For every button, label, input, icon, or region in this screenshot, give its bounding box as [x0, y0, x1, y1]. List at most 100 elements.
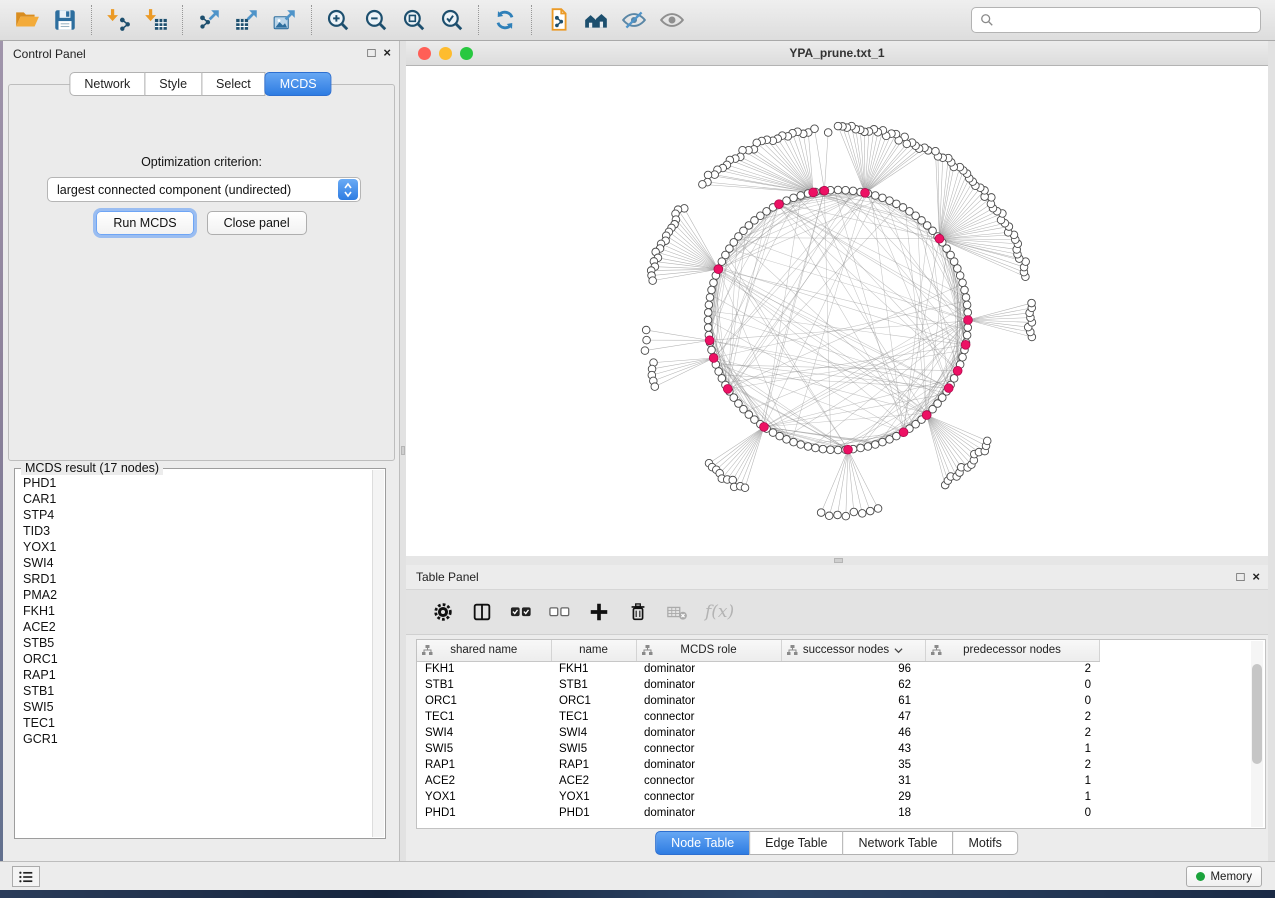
leaf-node[interactable]	[1028, 299, 1036, 307]
ring-node[interactable]	[956, 272, 964, 280]
mcds-node-item[interactable]: STB1	[23, 683, 371, 699]
leaf-node[interactable]	[642, 326, 650, 334]
ring-node[interactable]	[704, 324, 712, 332]
save-session-button[interactable]	[46, 3, 84, 37]
ring-node[interactable]	[963, 301, 971, 309]
ring-node[interactable]	[812, 444, 820, 452]
table-row[interactable]: YOX1YOX1connector291	[417, 789, 1266, 805]
ring-node[interactable]	[864, 443, 872, 451]
mcds-hub-node[interactable]	[760, 422, 769, 431]
ring-node[interactable]	[704, 316, 712, 324]
export-image-button[interactable]	[266, 3, 304, 37]
mcds-node-item[interactable]: FKH1	[23, 603, 371, 619]
float-panel-button[interactable]: □	[368, 45, 376, 60]
mcds-hub-node[interactable]	[809, 188, 818, 197]
mcds-node-item[interactable]: ORC1	[23, 651, 371, 667]
close-panel-button-2[interactable]: Close panel	[207, 211, 307, 235]
tab-mcds[interactable]: MCDS	[265, 72, 332, 96]
mcds-node-item[interactable]: SWI4	[23, 555, 371, 571]
leaf-node[interactable]	[649, 277, 657, 285]
mcds-hub-node[interactable]	[714, 265, 723, 274]
table-settings-gear-icon[interactable]	[432, 601, 454, 623]
column-header-shared-name[interactable]: shared name	[417, 640, 551, 661]
splitter-grip[interactable]	[401, 446, 405, 455]
select-all-icon[interactable]	[510, 601, 532, 623]
tab-style[interactable]: Style	[144, 72, 202, 96]
mcds-node-item[interactable]: PHD1	[23, 475, 371, 491]
network-canvas[interactable]	[406, 66, 1268, 556]
ring-node[interactable]	[797, 441, 805, 449]
ring-node[interactable]	[879, 438, 887, 446]
refresh-button[interactable]	[486, 3, 524, 37]
column-header-successor-nodes[interactable]: successor nodes	[781, 640, 925, 661]
mcds-node-item[interactable]: PMA2	[23, 587, 371, 603]
leaf-node[interactable]	[643, 336, 651, 344]
first-neighbors-button[interactable]	[577, 3, 615, 37]
leaf-node[interactable]	[704, 171, 712, 179]
mcds-hub-node[interactable]	[953, 366, 962, 375]
table-row[interactable]: TEC1TEC1connector472	[417, 709, 1266, 725]
mcds-node-item[interactable]: STB5	[23, 635, 371, 651]
ring-node[interactable]	[705, 301, 713, 309]
ring-node[interactable]	[834, 186, 842, 194]
ring-node[interactable]	[790, 194, 798, 202]
table-scrollbar-thumb[interactable]	[1252, 664, 1262, 764]
leaf-node[interactable]	[824, 129, 832, 137]
ring-node[interactable]	[962, 294, 970, 302]
table-row[interactable]: STB1STB1dominator620	[417, 677, 1266, 693]
table-row[interactable]: ORC1ORC1dominator610	[417, 693, 1266, 709]
ring-node[interactable]	[857, 444, 865, 452]
zoom-fit-button[interactable]	[395, 3, 433, 37]
export-network-button[interactable]	[190, 3, 228, 37]
mcds-node-item[interactable]: SWI5	[23, 699, 371, 715]
hide-selected-button[interactable]	[615, 3, 653, 37]
leaf-node[interactable]	[983, 437, 991, 445]
mcds-node-item[interactable]: TEC1	[23, 715, 371, 731]
mcds-hub-node[interactable]	[820, 186, 829, 195]
leaf-node[interactable]	[850, 508, 858, 516]
tab-network[interactable]: Network	[69, 72, 145, 96]
leaf-node[interactable]	[741, 484, 749, 492]
table-row[interactable]: SWI4SWI4dominator462	[417, 725, 1266, 741]
ring-node[interactable]	[886, 197, 894, 205]
task-history-button[interactable]	[12, 866, 40, 887]
ring-node[interactable]	[804, 443, 812, 451]
add-column-icon[interactable]	[588, 601, 610, 623]
mcds-hub-node[interactable]	[961, 340, 970, 349]
ring-node[interactable]	[871, 192, 879, 200]
mcds-result-list[interactable]: PHD1CAR1STP4TID3YOX1SWI4SRD1PMA2FKH1ACE2…	[15, 475, 371, 836]
mcds-hub-node[interactable]	[844, 445, 853, 454]
zoom-selected-button[interactable]	[433, 3, 471, 37]
import-table-button[interactable]	[137, 3, 175, 37]
ring-node[interactable]	[849, 187, 857, 195]
ring-node[interactable]	[819, 445, 827, 453]
ring-node[interactable]	[708, 346, 716, 354]
mcds-node-item[interactable]: STP4	[23, 507, 371, 523]
tab-node-table[interactable]: Node Table	[655, 831, 750, 855]
ring-node[interactable]	[706, 294, 714, 302]
leaf-node[interactable]	[858, 510, 866, 518]
mcds-hub-node[interactable]	[861, 188, 870, 197]
leaf-node[interactable]	[825, 512, 833, 520]
zoom-in-button[interactable]	[319, 3, 357, 37]
tab-select[interactable]: Select	[201, 72, 266, 96]
ring-node[interactable]	[708, 286, 716, 294]
ring-node[interactable]	[790, 438, 798, 446]
leaf-node[interactable]	[811, 125, 819, 133]
mcds-hub-node[interactable]	[723, 384, 732, 393]
mcds-node-item[interactable]: CAR1	[23, 491, 371, 507]
horizontal-splitter[interactable]	[406, 556, 1268, 565]
show-all-button[interactable]	[653, 3, 691, 37]
search-input[interactable]	[1000, 13, 1252, 27]
zoom-out-button[interactable]	[357, 3, 395, 37]
mcds-node-item[interactable]: SRD1	[23, 571, 371, 587]
open-file-button[interactable]	[8, 3, 46, 37]
close-table-panel-button[interactable]: ×	[1252, 569, 1260, 584]
ring-node[interactable]	[959, 279, 967, 287]
mcds-hub-node[interactable]	[709, 354, 718, 363]
mcds-node-item[interactable]: YOX1	[23, 539, 371, 555]
column-header-mcds-role[interactable]: MCDS role	[636, 640, 781, 661]
leaf-node[interactable]	[834, 122, 842, 130]
tab-network-table[interactable]: Network Table	[843, 831, 954, 855]
mcds-node-item[interactable]: RAP1	[23, 667, 371, 683]
